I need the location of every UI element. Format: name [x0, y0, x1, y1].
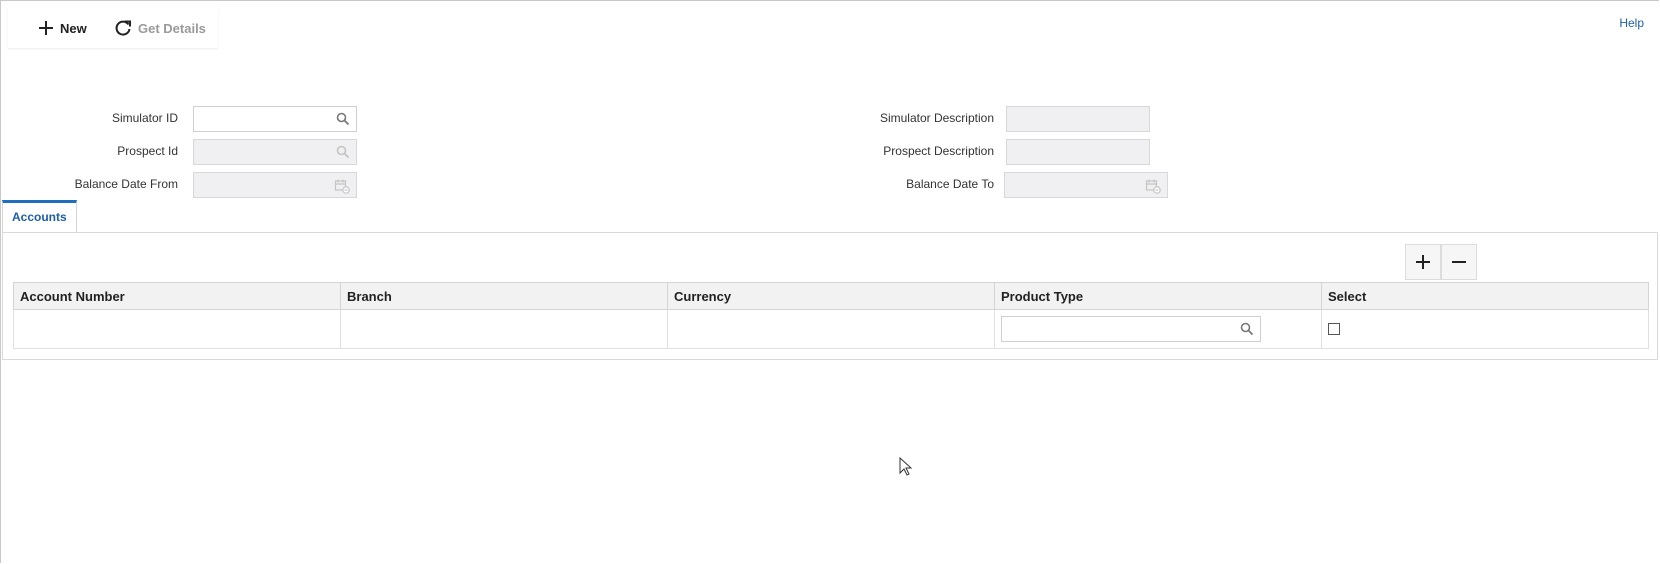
- balance-date-to-label: Balance Date To: [906, 177, 994, 191]
- balance-date-to-input: [1005, 173, 1167, 197]
- toolbar: New Get Details: [8, 8, 218, 48]
- prospect-description-label: Prospect Description: [883, 144, 994, 158]
- column-header-branch[interactable]: Branch: [340, 282, 668, 310]
- balance-date-from-input: [194, 173, 356, 197]
- product-type-input[interactable]: [1002, 317, 1260, 341]
- get-details-button[interactable]: Get Details: [114, 17, 206, 39]
- help-link[interactable]: Help: [1619, 16, 1644, 30]
- add-row-button[interactable]: [1405, 244, 1441, 280]
- tab-accounts[interactable]: Accounts: [2, 200, 77, 232]
- column-header-product-type[interactable]: Product Type: [994, 282, 1322, 310]
- calendar-icon: [334, 179, 350, 194]
- calendar-icon: [1145, 179, 1161, 194]
- prospect-description-input: [1007, 140, 1149, 164]
- plus-icon: [39, 21, 53, 35]
- mouse-cursor-icon: [899, 457, 913, 476]
- branch-cell[interactable]: [340, 309, 668, 349]
- column-header-account-number[interactable]: Account Number: [13, 282, 341, 310]
- product-type-field[interactable]: [1001, 316, 1261, 342]
- balance-date-from-field: [193, 172, 357, 198]
- simulator-description-label: Simulator Description: [879, 111, 994, 125]
- select-checkbox[interactable]: [1328, 323, 1340, 335]
- accounts-grid: Account Number Branch Currency Product T…: [13, 282, 1649, 349]
- plus-icon: [1416, 255, 1430, 269]
- account-number-cell[interactable]: [13, 309, 341, 349]
- refresh-icon: [115, 20, 131, 36]
- simulator-description-input: [1007, 107, 1149, 131]
- prospect-id-field: [193, 139, 357, 165]
- search-icon[interactable]: [336, 112, 350, 126]
- prospect-id-input: [194, 140, 356, 164]
- balance-date-from-label: Balance Date From: [74, 177, 178, 191]
- search-icon: [336, 145, 350, 159]
- prospect-id-label: Prospect Id: [117, 144, 178, 158]
- delete-row-button[interactable]: [1441, 244, 1477, 280]
- search-icon[interactable]: [1240, 322, 1254, 336]
- prospect-description-field: [1006, 139, 1150, 165]
- simulator-description-field: [1006, 106, 1150, 132]
- column-header-select[interactable]: Select: [1321, 282, 1649, 310]
- currency-cell[interactable]: [667, 309, 995, 349]
- new-button[interactable]: New: [38, 17, 87, 39]
- column-header-currency[interactable]: Currency: [667, 282, 995, 310]
- product-type-cell: [994, 309, 1322, 349]
- simulator-id-input[interactable]: [194, 107, 356, 131]
- grid-header-row: Account Number Branch Currency Product T…: [13, 282, 1649, 310]
- minus-icon: [1452, 261, 1466, 263]
- table-row[interactable]: [13, 309, 1649, 349]
- balance-date-to-field: [1004, 172, 1168, 198]
- simulator-id-field[interactable]: [193, 106, 357, 132]
- select-cell: [1321, 309, 1649, 349]
- get-details-button-label: Get Details: [138, 20, 206, 36]
- simulator-id-label: Simulator ID: [111, 111, 178, 125]
- new-button-label: New: [60, 20, 87, 36]
